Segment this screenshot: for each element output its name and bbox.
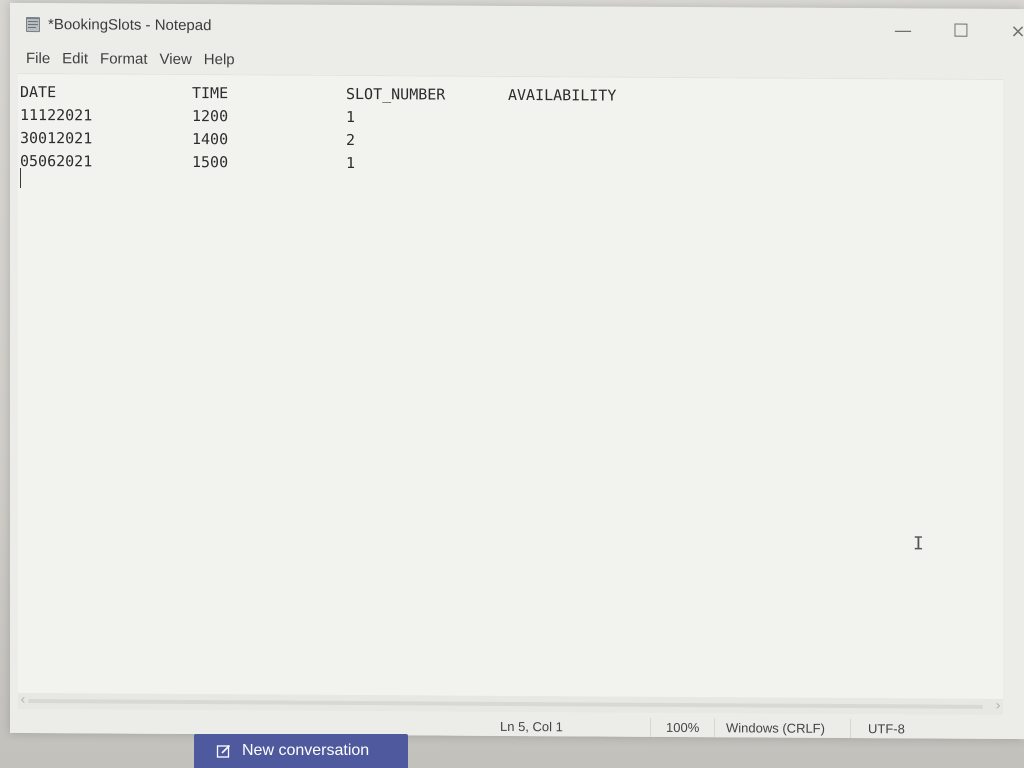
menu-format[interactable]: Format (94, 45, 154, 73)
zoom-level: 100% (666, 719, 700, 736)
text-editor-area[interactable]: DATE TIME SLOT_NUMBER AVAILABILITY 11122… (18, 72, 1003, 699)
header-date: DATE (20, 82, 57, 102)
line-endings: Windows (CRLF) (726, 720, 825, 736)
notepad-window: *BookingSlots - Notepad — ☐ × File Edit … (10, 2, 1024, 740)
compose-icon (216, 743, 232, 759)
title-bar: *BookingSlots - Notepad — ☐ × (10, 2, 1024, 52)
row-time: 1400 (192, 130, 229, 149)
maximize-button[interactable]: ☐ (938, 17, 984, 45)
menu-edit[interactable]: Edit (56, 45, 94, 73)
header-slot-number: SLOT_NUMBER (346, 84, 446, 104)
row-time: 1500 (192, 153, 229, 172)
new-conversation-label: New conversation (242, 742, 370, 759)
text-cursor-icon: I (913, 533, 924, 555)
window-title: *BookingSlots - Notepad (48, 16, 212, 35)
row-date: 30012021 (20, 128, 93, 148)
close-icon: × (1010, 20, 1024, 42)
scroll-left-icon[interactable]: ‹ (20, 692, 26, 708)
row-slot: 1 (346, 107, 356, 127)
menu-file[interactable]: File (20, 45, 56, 73)
row-slot: 1 (346, 153, 356, 173)
menu-help[interactable]: Help (198, 46, 241, 74)
header-availability: AVAILABILITY (508, 85, 617, 105)
minimize-icon: — (894, 19, 912, 41)
encoding: UTF-8 (868, 721, 905, 737)
text-caret (20, 167, 21, 188)
row-time: 1200 (192, 107, 229, 126)
cursor-position: Ln 5, Col 1 (500, 718, 563, 735)
status-divider (714, 718, 715, 739)
scroll-right-icon[interactable]: › (995, 698, 1001, 714)
maximize-icon: ☐ (952, 20, 970, 42)
status-divider (650, 717, 651, 738)
scroll-track[interactable] (28, 699, 983, 709)
notepad-icon (24, 15, 42, 33)
status-divider (850, 719, 851, 740)
row-date: 11122021 (20, 105, 93, 125)
minimize-button[interactable]: — (880, 16, 926, 44)
header-time: TIME (192, 84, 229, 103)
menu-view[interactable]: View (154, 46, 198, 74)
row-date: 05062021 (20, 151, 93, 171)
close-button[interactable]: × (995, 17, 1024, 45)
row-slot: 2 (346, 130, 356, 150)
new-conversation-button[interactable]: New conversation (194, 734, 408, 768)
